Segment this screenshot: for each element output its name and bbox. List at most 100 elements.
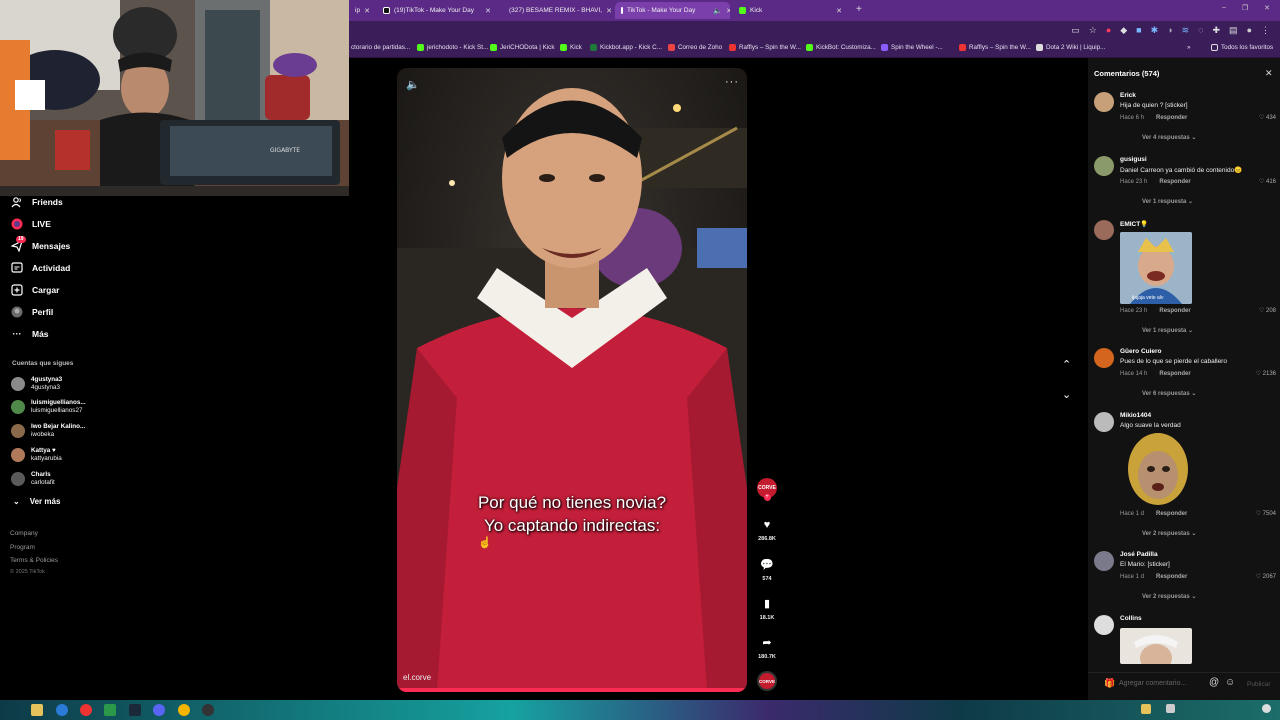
close-icon[interactable]: ✕ (606, 7, 611, 15)
following-account[interactable]: luismiguellianos... luismiguellianos27 (11, 399, 86, 415)
maximize-icon[interactable]: ❐ (1242, 4, 1248, 12)
sound-disc[interactable]: CORVE (756, 671, 778, 691)
comment-author[interactable]: Güero Cuiero (1120, 348, 1162, 355)
close-window-icon[interactable]: ✕ (1264, 4, 1270, 12)
mention-icon[interactable]: @ (1209, 677, 1219, 688)
chevron-up-icon[interactable]: ⌃ (1062, 358, 1071, 371)
comment-button[interactable]: 💬 574 (756, 558, 778, 582)
emoji-icon[interactable]: ☺ (1225, 677, 1235, 688)
gift-icon[interactable]: 🎁 (1104, 678, 1115, 689)
bookmark[interactable]: ctorario de partidas... (351, 44, 410, 51)
following-account[interactable]: Kattya ♥ kattyarubia (11, 447, 62, 463)
view-replies-button[interactable]: Ver 6 respuestas ⌄ (1142, 390, 1196, 397)
chevron-down-icon[interactable]: ⌄ (1062, 388, 1071, 401)
browser-tab[interactable]: (327) BESAME REMIX - BHAVI, ✕ (499, 2, 611, 19)
nav-live[interactable]: LIVE (11, 218, 51, 230)
avatar[interactable]: ● (1247, 25, 1252, 36)
opera-icon[interactable] (80, 704, 92, 716)
close-icon[interactable]: ✕ (726, 7, 730, 15)
reply-button[interactable]: Responder (1159, 308, 1190, 314)
comment-author[interactable]: Erick (1120, 92, 1136, 99)
minimize-icon[interactable]: – (1222, 4, 1226, 12)
comment-author[interactable]: Mikio1404 (1120, 412, 1151, 419)
bookmark[interactable]: Kick (560, 44, 582, 51)
comment-like-button[interactable]: ♡ 2136 (1256, 370, 1276, 377)
reply-button[interactable]: Responder (1156, 574, 1187, 580)
browser-tab[interactable]: Kick ✕ (733, 2, 848, 19)
comment-input[interactable]: Agregar comentario... (1119, 680, 1186, 687)
video-player[interactable]: 🔈 ··· (397, 68, 747, 692)
following-account[interactable]: 4gustyna3 4gustyna3 (11, 376, 62, 392)
author-avatar[interactable]: CORVE + (756, 478, 778, 501)
nav-activity[interactable]: Actividad (11, 262, 70, 274)
mute-icon[interactable]: 🔈 (406, 78, 420, 91)
reply-button[interactable]: Responder (1159, 371, 1190, 377)
comment-author[interactable]: gusigusi (1120, 156, 1147, 163)
publish-button[interactable]: Publicar (1247, 681, 1270, 688)
bookmark[interactable]: Rafflys – Spin the W... (729, 44, 801, 51)
new-tab-button[interactable]: + (856, 4, 862, 15)
comment-author[interactable]: Collins (1120, 615, 1142, 622)
steam-icon[interactable] (129, 704, 141, 716)
close-icon[interactable]: ✕ (1265, 68, 1273, 79)
browser-tab[interactable]: (19)TikTok - Make Your Day ✕ (377, 2, 497, 19)
nav-upload[interactable]: Cargar (11, 284, 59, 296)
extension-icon[interactable]: ≋ (1182, 25, 1190, 36)
view-replies-button[interactable]: Ver 1 respuesta ⌄ (1142, 198, 1193, 205)
view-replies-button[interactable]: Ver 4 respuestas ⌄ (1142, 134, 1196, 141)
notification-icon[interactable] (1262, 704, 1271, 713)
comment-like-button[interactable]: ♡ 2067 (1256, 573, 1276, 580)
view-replies-button[interactable]: Ver 1 respuesta ⌄ (1142, 327, 1193, 334)
nav-profile[interactable]: Perfil (11, 306, 53, 318)
extension-icon[interactable]: ● (1106, 25, 1111, 36)
excel-icon[interactable] (104, 704, 116, 716)
menu-kebab-icon[interactable]: ⋮ (1261, 25, 1270, 36)
close-icon[interactable]: ✕ (485, 7, 497, 15)
avatar[interactable] (1094, 348, 1114, 368)
share-button[interactable]: ➦ 180.7K (756, 636, 778, 660)
following-account[interactable]: Iwo Bejar Kalino... iwobeka (11, 423, 85, 439)
follow-plus-icon[interactable]: + (763, 494, 771, 501)
all-bookmarks[interactable]: Todos los favoritos (1211, 44, 1273, 51)
avatar[interactable] (1094, 412, 1114, 432)
avatar[interactable] (1094, 156, 1114, 176)
extension-icon[interactable]: ✱ (1151, 25, 1159, 36)
browser-tab[interactable]: ip ✕ (349, 2, 375, 19)
bookmark[interactable]: KickBot: Customiza... (806, 44, 876, 51)
star-icon[interactable]: ☆ (1089, 25, 1097, 36)
bookmark[interactable]: JeriCHODota | Kick (490, 44, 554, 51)
comment-like-button[interactable]: ♡ 208 (1259, 307, 1276, 314)
footer-link-program[interactable]: Program (10, 544, 35, 551)
bookmark[interactable]: Dota 2 Wiki | Liquip... (1036, 44, 1105, 51)
close-icon[interactable]: ✕ (364, 7, 375, 15)
cast-icon[interactable]: ▭ (1071, 25, 1080, 36)
close-icon[interactable]: ✕ (836, 7, 848, 15)
avatar[interactable] (1094, 92, 1114, 112)
obs-icon[interactable] (202, 704, 214, 716)
comment-like-button[interactable]: ♡ 7504 (1256, 510, 1276, 517)
nav-more[interactable]: ··· Más (11, 328, 49, 340)
video-options-icon[interactable]: ··· (725, 76, 739, 88)
extension-icon[interactable]: ■ (1136, 25, 1141, 36)
nav-messages[interactable]: 19 Mensajes (11, 236, 70, 252)
like-button[interactable]: ♥ 286.8K (756, 519, 778, 542)
comment-author[interactable]: EMICT💡 (1120, 220, 1148, 228)
tray-icon[interactable] (1141, 704, 1151, 714)
bookmark[interactable]: Spin the Wheel -... (881, 44, 943, 51)
extension-icon[interactable]: ◑ (1167, 25, 1172, 36)
view-replies-button[interactable]: Ver 2 respuestas ⌄ (1142, 593, 1196, 600)
bookmark[interactable]: Rafflys – Spin the W... (959, 44, 1031, 51)
tray-icon[interactable] (1166, 704, 1175, 713)
avatar[interactable] (1094, 615, 1114, 635)
footer-link-company[interactable]: Company (10, 530, 38, 537)
comment-author[interactable]: José Padilla (1120, 551, 1158, 558)
view-replies-button[interactable]: Ver 2 respuestas ⌄ (1142, 530, 1196, 537)
extension-icon[interactable]: ◆ (1120, 25, 1127, 36)
reply-button[interactable]: Responder (1156, 115, 1187, 121)
speaker-icon[interactable]: 🔈 (713, 7, 722, 15)
discord-icon[interactable] (153, 704, 165, 716)
extension-icon[interactable]: ◌ (1198, 25, 1203, 36)
bookmark[interactable]: Correo de Zoho (668, 44, 722, 51)
chrome-icon[interactable] (178, 704, 190, 716)
save-button[interactable]: ▮ 18.1K (756, 597, 778, 621)
